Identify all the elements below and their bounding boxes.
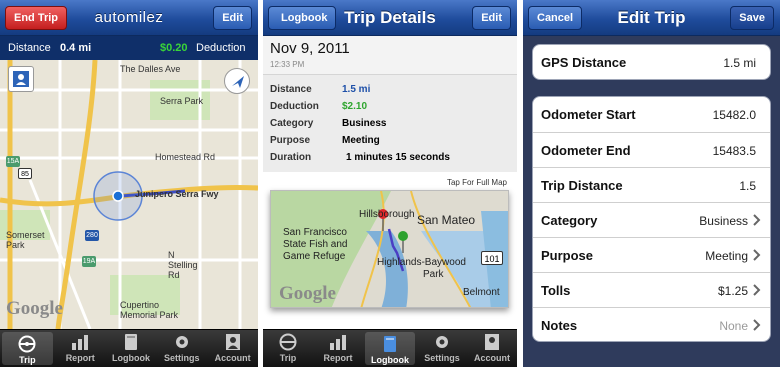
contact-icon[interactable] — [8, 66, 34, 92]
map-label: San Francisco — [283, 227, 347, 238]
tab-bar: Trip Report Logbook Settings Account — [263, 329, 517, 367]
edit-button[interactable]: Edit — [472, 6, 511, 30]
nav-bar: End Trip automilez Edit — [0, 0, 258, 36]
chevron-right-icon — [753, 319, 761, 331]
purpose-row[interactable]: Purpose Meeting — [533, 237, 770, 272]
tab-label: Logbook — [371, 355, 409, 365]
trip-details-screen: Logbook Trip Details Edit Nov 9, 2011 12… — [263, 0, 517, 367]
locate-icon[interactable] — [224, 68, 250, 94]
account-icon — [225, 334, 240, 350]
gps-distance-row: GPS Distance 1.5 mi — [541, 55, 756, 70]
tab-label: Settings — [424, 353, 460, 363]
book-icon — [124, 334, 137, 350]
map-label: Park — [423, 269, 444, 280]
map-label: Somerset Park — [6, 230, 45, 250]
edit-button[interactable]: Edit — [213, 6, 252, 30]
notes-row[interactable]: Notes None — [533, 307, 770, 341]
steering-wheel-icon — [279, 333, 297, 351]
tab-label: Logbook — [111, 353, 150, 363]
chevron-right-icon — [753, 249, 761, 261]
highway-shield: 19A — [82, 256, 96, 267]
tolls-row[interactable]: Tolls $1.25 — [533, 272, 770, 307]
gear-icon — [175, 336, 188, 348]
trip-details-list: Distance 1.5 mi Deduction $2.10 Category Bu… — [263, 74, 517, 172]
tab-trip[interactable]: Trip — [2, 332, 53, 365]
map-label: Cupertino Memorial Park — [120, 300, 179, 320]
trip-screen: End Trip automilez Edit Distance 0.4 mi … — [0, 0, 258, 367]
map-label: The Dalles Ave — [120, 64, 181, 74]
trip-date-block: Nov 9, 2011 12:33 PM — [263, 36, 517, 74]
tab-trip[interactable]: Trip — [263, 330, 313, 367]
tab-label: Trip — [279, 353, 297, 363]
trip-map[interactable]: San Mateo Hillsborough San Francisco Sta… — [270, 190, 509, 308]
gps-distance-group: GPS Distance 1.5 mi — [532, 44, 771, 80]
map-roads — [0, 60, 258, 329]
category-row[interactable]: Category Business — [533, 202, 770, 237]
highway-shield: 280 — [85, 230, 99, 241]
tab-bar: Trip Report Logbook Settings Account — [0, 329, 258, 367]
tab-account[interactable]: Account — [207, 330, 258, 367]
save-button[interactable]: Save — [730, 6, 774, 30]
highway-shield: 101 — [481, 251, 503, 265]
odometer-end-field[interactable]: Odometer End 15483.5 — [533, 132, 770, 167]
nav-bar: Cancel Edit Trip Save — [523, 0, 780, 36]
deduction-label: Deduction — [196, 42, 246, 54]
map-label: Game Refuge — [283, 251, 346, 262]
tab-settings[interactable]: Settings — [417, 330, 467, 367]
map-label: Highlands-Baywood — [377, 257, 466, 268]
gear-icon — [436, 336, 448, 348]
trip-fields-group: Odometer Start 15482.0 Odometer End 1548… — [532, 96, 771, 342]
map-label: Junipero Serra Fwy — [135, 189, 219, 199]
trip-distance-field[interactable]: Trip Distance 1.5 — [533, 167, 770, 202]
tab-label: Report — [65, 353, 95, 363]
tab-account[interactable]: Account — [467, 330, 517, 367]
distance-bar: Distance 0.4 mi $0.20 Deduction — [0, 36, 258, 60]
map-label: Serra Park — [160, 96, 204, 106]
map-label: State Fish and — [283, 239, 348, 250]
edit-trip-screen: Cancel Edit Trip Save GPS Distance 1.5 m… — [523, 0, 780, 367]
chevron-right-icon — [753, 284, 761, 296]
tab-label: Settings — [164, 353, 200, 363]
tab-label: Report — [323, 353, 353, 363]
chevron-right-icon — [753, 214, 761, 226]
bar-chart-icon — [330, 335, 346, 350]
tab-label: Trip — [19, 355, 36, 365]
deduction-value: $0.20 — [160, 42, 188, 54]
distance-label: Distance — [8, 42, 51, 54]
highway-shield: 15A — [6, 156, 20, 167]
account-icon — [485, 334, 499, 350]
live-map[interactable]: The Dalles Ave Serra Park Homestead Rd J… — [0, 60, 258, 329]
steering-wheel-icon — [18, 335, 36, 353]
tab-logbook[interactable]: Logbook — [106, 330, 157, 367]
google-logo: Google — [6, 298, 63, 319]
odometer-start-field[interactable]: Odometer Start 15482.0 — [533, 97, 770, 132]
nav-bar: Logbook Trip Details Edit — [263, 0, 517, 36]
google-logo: Google — [279, 283, 336, 304]
trip-date: Nov 9, 2011 — [270, 40, 350, 57]
map-label: Hillsborough — [359, 209, 415, 220]
highway-shield: 85 — [18, 168, 32, 179]
map-caption: Tap For Full Map — [446, 178, 507, 187]
map-label: Homestead Rd — [155, 152, 216, 162]
bar-chart-icon — [72, 335, 89, 350]
tab-settings[interactable]: Settings — [156, 330, 207, 367]
tab-label: Account — [474, 353, 510, 363]
tab-logbook[interactable]: Logbook — [365, 332, 415, 365]
book-icon — [384, 336, 396, 352]
trip-time: 12:33 PM — [270, 60, 305, 69]
tab-report[interactable]: Report — [55, 330, 106, 367]
map-label: N Stelling Rd — [168, 250, 198, 280]
tab-report[interactable]: Report — [313, 330, 363, 367]
tab-label: Account — [214, 353, 251, 363]
map-label: San Mateo — [417, 213, 476, 227]
distance-value: 0.4 mi — [60, 42, 92, 54]
map-label: Belmont — [463, 287, 500, 298]
